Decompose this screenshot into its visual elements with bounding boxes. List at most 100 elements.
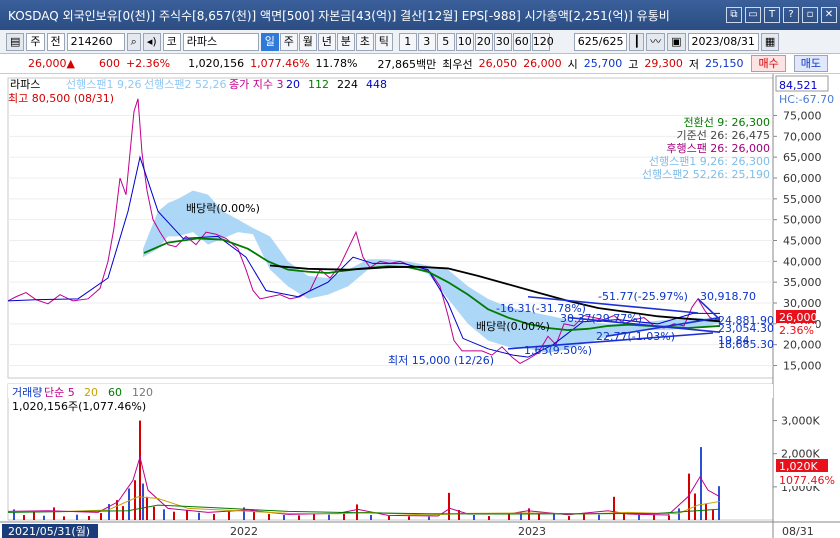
- price-tick-label: 55,000: [783, 193, 822, 206]
- open-label: 시: [567, 57, 578, 71]
- bid-price: 26,050: [478, 57, 518, 70]
- date-input[interactable]: 2023/08/31: [687, 32, 759, 51]
- volume-bar: [613, 496, 615, 520]
- type-select[interactable]: 전: [46, 32, 65, 51]
- volume-bar: [712, 510, 714, 520]
- restore-icon[interactable]: ⧉: [726, 7, 742, 23]
- close-icon[interactable]: ✕: [821, 7, 837, 23]
- volume-bar: [488, 516, 490, 520]
- trade-amount: 27,865백만: [377, 57, 437, 71]
- interval-button-5[interactable]: 5: [436, 32, 455, 51]
- stock-name[interactable]: 라파스: [182, 32, 259, 51]
- chart-annotation: 30.37(29.77%): [560, 312, 642, 325]
- volume-bar: [705, 503, 707, 520]
- volume-ratio: 1,077.46%: [250, 57, 310, 70]
- chart-annotation: 22.77(-1.03%): [596, 330, 675, 343]
- period-button-5[interactable]: 초: [355, 32, 374, 51]
- x-axis-label: 2023: [518, 525, 546, 538]
- calendar-icon[interactable]: ▦: [760, 32, 780, 51]
- period-button-0[interactable]: 일: [260, 32, 279, 51]
- legend-stock-name: 라파스: [10, 78, 40, 91]
- search-icon[interactable]: ⌕: [126, 32, 141, 51]
- interval-button-3[interactable]: 3: [417, 32, 436, 51]
- price-tick-label: 30,000: [783, 297, 822, 310]
- window-title: KOSDAQ 외국인보유[0(천)] 주식수[8,657(천)] 액면[500]…: [8, 8, 670, 23]
- candle-icon[interactable]: ┃: [629, 32, 645, 51]
- volume-readout: 1,020,156주(1,077.46%): [12, 400, 146, 413]
- volume-bar: [53, 507, 55, 520]
- minimize-icon[interactable]: ▭: [745, 7, 761, 23]
- volume-bar: [198, 512, 200, 520]
- interval-button-1[interactable]: 1: [398, 32, 417, 51]
- ichimoku-label: 후행스팬 26: 26,000: [666, 142, 770, 155]
- volume-bar: [328, 514, 330, 520]
- legend-item: 종가 지수 3: [229, 78, 283, 91]
- chart-annotation: 최고 80,500 (08/31): [8, 92, 114, 105]
- volume-bar: [568, 516, 570, 520]
- pin-icon[interactable]: ▫: [802, 7, 818, 23]
- volume-bar: [228, 511, 230, 520]
- volume-legend-item: 20: [84, 386, 98, 399]
- volume-bar: [163, 509, 165, 520]
- wave-icon[interactable]: 〰: [646, 32, 666, 51]
- price-change: 600: [98, 57, 120, 70]
- legend-item: 선행스팬2 52,26: [144, 78, 226, 91]
- volume-bar: [128, 488, 130, 520]
- ichimoku-label: 선행스팬2 52,26: 25,190: [642, 168, 770, 181]
- period-button-4[interactable]: 분: [336, 32, 355, 51]
- volume-bar: [268, 514, 270, 520]
- volume-bar: [283, 515, 285, 520]
- buy-button[interactable]: 매수: [751, 55, 786, 72]
- volume-bar: [553, 513, 555, 520]
- volume-legend-item: 120: [132, 386, 153, 399]
- volume-bar: [298, 515, 300, 520]
- volume-tag: 1,020K: [779, 460, 818, 473]
- quote-bar: 26,000▲ 600 +2.36% 1,020,156 1,077.46% 1…: [0, 54, 840, 74]
- interval-button-10[interactable]: 10: [455, 32, 474, 51]
- sell-button[interactable]: 매도: [793, 55, 828, 72]
- legend-item: 112: [308, 78, 329, 91]
- volume-bar: [253, 511, 255, 520]
- volume-tick-label: 3,000K: [781, 415, 820, 428]
- layout-icon[interactable]: ▤: [6, 32, 25, 51]
- interval-button-30[interactable]: 30: [493, 32, 512, 51]
- stock-chart[interactable]: 15,00020,00025,00030,00035,00040,00045,0…: [0, 74, 840, 538]
- chart-annotation: 18,685.30: [718, 338, 774, 351]
- help-icon[interactable]: ?: [783, 7, 799, 23]
- volume-legend-item: 단순 5: [44, 386, 75, 399]
- chart-annotation: 배당락(0.00%): [186, 202, 260, 215]
- period-button-3[interactable]: 년: [317, 32, 336, 51]
- turnover-rate: 11.78%: [315, 57, 358, 70]
- price-tick-label: 15,000: [783, 360, 822, 373]
- high-price: 29,300: [644, 57, 683, 70]
- interval-button-20[interactable]: 20: [474, 32, 493, 51]
- title-bar: KOSDAQ 외국인보유[0(천)] 주식수[8,657(천)] 액면[500]…: [0, 0, 840, 30]
- interval-button-120[interactable]: 120: [531, 32, 554, 51]
- low-price: 25,150: [704, 57, 744, 70]
- speaker-icon[interactable]: ◂): [142, 32, 161, 51]
- interval-button-60[interactable]: 60: [512, 32, 531, 51]
- mode-select[interactable]: 주: [26, 32, 45, 51]
- volume-bar: [139, 420, 141, 520]
- volume-bar: [23, 515, 25, 520]
- volume-bar: [173, 511, 175, 520]
- volume-legend-item: 거래량: [12, 386, 42, 399]
- period-button-2[interactable]: 월: [298, 32, 317, 51]
- volume-bar: [638, 515, 640, 520]
- save-icon[interactable]: ▣: [667, 32, 686, 51]
- volume-legend-bg: [8, 384, 773, 398]
- volume-bar: [370, 515, 372, 520]
- volume-bar: [186, 510, 188, 520]
- price-tick-label: 60,000: [783, 172, 822, 185]
- volume-bar: [428, 516, 430, 520]
- text-icon[interactable]: T: [764, 7, 780, 23]
- volume-bar: [653, 514, 655, 520]
- price-tick-label: 40,000: [783, 255, 822, 268]
- period-button-6[interactable]: 틱: [374, 32, 393, 51]
- code-input[interactable]: 214260: [66, 32, 125, 51]
- open-price: 25,700: [583, 57, 623, 70]
- volume-bar: [448, 492, 450, 520]
- chart-annotation: 1.65(9.50%): [524, 344, 592, 357]
- period-button-1[interactable]: 주: [279, 32, 298, 51]
- volume-bar: [583, 514, 585, 520]
